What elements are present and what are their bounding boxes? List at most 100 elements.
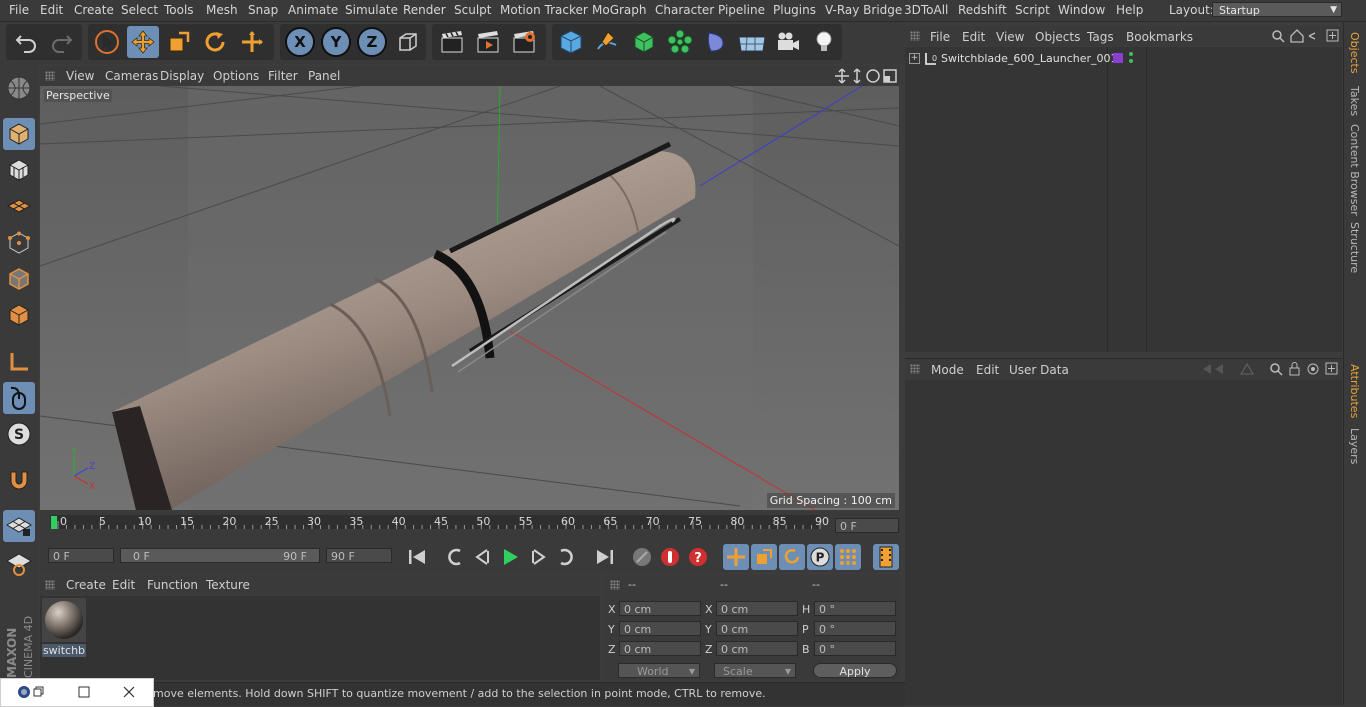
redo-button[interactable] xyxy=(46,26,78,58)
transform-tool-button[interactable] xyxy=(236,26,268,58)
menu-character[interactable]: Character xyxy=(655,3,714,17)
apply-button[interactable]: Apply xyxy=(813,663,897,678)
coordinate-mode-select[interactable]: World ▼ xyxy=(618,663,700,678)
close-icon[interactable] xyxy=(123,686,135,698)
tab-attributes[interactable]: Attributes xyxy=(1348,364,1361,418)
menu-select[interactable]: Select xyxy=(121,3,158,17)
tab-takes[interactable]: Takes xyxy=(1348,86,1361,116)
viewport-menu-display[interactable]: Display xyxy=(160,69,204,83)
tab-content-browser[interactable]: Content Browser xyxy=(1348,124,1361,216)
end-frame-field[interactable]: 90 F xyxy=(326,548,392,563)
object-menu-edit[interactable]: Edit xyxy=(962,30,985,44)
object-name[interactable]: Switchblade_600_Launcher_001 xyxy=(941,52,1118,65)
object-menu-bookmarks[interactable]: Bookmarks xyxy=(1126,30,1193,44)
next-keyframe-button[interactable] xyxy=(553,544,579,570)
points-mode-button[interactable] xyxy=(3,227,35,259)
expand-icon[interactable]: + xyxy=(909,53,920,64)
viewport-menu-options[interactable]: Options xyxy=(213,69,259,83)
menu-render[interactable]: Render xyxy=(403,3,446,17)
material-menu-function[interactable]: Function xyxy=(147,578,198,592)
model-mode-button[interactable] xyxy=(3,118,35,150)
menu-pipeline[interactable]: Pipeline xyxy=(718,3,765,17)
add-light-button[interactable] xyxy=(808,26,840,58)
record-button[interactable] xyxy=(657,544,683,570)
timeline[interactable]: 0 5 10 15 20 25 30 35 40 45 50 55 60 65 70 75 80 85 90 0 F xyxy=(40,511,900,541)
add-subdivision-button[interactable] xyxy=(628,26,660,58)
edges-mode-button[interactable] xyxy=(3,263,35,295)
size-y-field[interactable]: 0 cm xyxy=(716,621,798,636)
move-tool-button[interactable] xyxy=(127,26,159,58)
go-to-start-button[interactable] xyxy=(404,544,430,570)
render-visibility-dot[interactable] xyxy=(1129,59,1133,63)
object-manager-nav-icons[interactable] xyxy=(1271,29,1339,43)
undo-button[interactable] xyxy=(10,26,42,58)
make-editable-button[interactable] xyxy=(3,72,35,104)
previous-keyframe-button[interactable] xyxy=(442,544,468,570)
restore-icon[interactable] xyxy=(33,686,45,698)
render-settings-button[interactable] xyxy=(508,26,540,58)
tab-objects[interactable]: Objects xyxy=(1348,32,1361,74)
add-camera-button[interactable] xyxy=(772,26,804,58)
viewport-menu-cameras[interactable]: Cameras xyxy=(105,69,158,83)
menu-plugins[interactable]: Plugins xyxy=(773,3,816,17)
menu-sculpt[interactable]: Sculpt xyxy=(454,3,491,17)
material-menu-create[interactable]: Create xyxy=(66,578,106,592)
menu-vray-bridge[interactable]: V-Ray Bridge xyxy=(825,3,902,17)
viewport-nav-icons[interactable] xyxy=(835,68,897,84)
size-x-field[interactable]: 0 cm xyxy=(716,601,798,616)
attribute-menu-user-data[interactable]: User Data xyxy=(1009,363,1069,377)
layout-select[interactable]: Startup ▼ xyxy=(1212,2,1342,17)
object-menu-objects[interactable]: Objects xyxy=(1035,30,1080,44)
maximize-icon[interactable] xyxy=(78,686,90,698)
render-view-button[interactable] xyxy=(436,26,468,58)
object-menu-file[interactable]: File xyxy=(930,30,950,44)
menu-tools[interactable]: Tools xyxy=(164,3,194,17)
editor-visibility-dot[interactable] xyxy=(1129,52,1133,56)
menu-animate[interactable]: Animate xyxy=(288,3,338,17)
x-axis-lock-button[interactable]: X xyxy=(284,26,316,58)
z-axis-lock-button[interactable]: Z xyxy=(356,26,388,58)
play-button[interactable] xyxy=(497,544,523,570)
size-z-field[interactable]: 0 cm xyxy=(716,641,798,656)
start-frame-field[interactable]: 0 F xyxy=(48,548,114,563)
tweak-mode-button[interactable] xyxy=(3,382,35,414)
render-to-picture-viewer-button[interactable] xyxy=(472,26,504,58)
menu-3dtoall[interactable]: 3DToAll xyxy=(904,3,948,17)
viewport-menu-filter[interactable]: Filter xyxy=(268,69,298,83)
timeline-ruler[interactable]: 0 5 10 15 20 25 30 35 40 45 50 55 60 65 70 75 80 85 90 xyxy=(40,511,830,541)
material-menu-texture[interactable]: Texture xyxy=(206,578,250,592)
key-scale-button[interactable] xyxy=(751,544,777,570)
snap-button[interactable] xyxy=(3,465,35,497)
go-to-end-button[interactable] xyxy=(592,544,618,570)
object-menu-tags[interactable]: Tags xyxy=(1087,30,1114,44)
menu-redshift[interactable]: Redshift xyxy=(958,3,1007,17)
y-axis-lock-button[interactable]: Y xyxy=(320,26,352,58)
material-menu-edit[interactable]: Edit xyxy=(112,578,135,592)
key-parameter-button[interactable]: P xyxy=(807,544,833,570)
planar-workplane-button[interactable] xyxy=(3,548,35,580)
size-mode-select[interactable]: Scale ▼ xyxy=(714,663,796,678)
menu-script[interactable]: Script xyxy=(1015,3,1050,17)
axis-mode-button[interactable] xyxy=(3,346,35,378)
material-swatch[interactable]: switchb xyxy=(42,598,86,657)
attribute-menu-mode[interactable]: Mode xyxy=(931,363,964,377)
attribute-menu-edit[interactable]: Edit xyxy=(976,363,999,377)
rot-b-field[interactable]: 0 ° xyxy=(814,641,896,656)
pos-z-field[interactable]: 0 cm xyxy=(619,641,701,656)
previous-frame-button[interactable] xyxy=(470,544,496,570)
live-selection-button[interactable] xyxy=(91,26,123,58)
menu-motion-tracker[interactable]: Motion Tracker xyxy=(500,3,588,17)
add-deformer-button[interactable] xyxy=(700,26,732,58)
rot-p-field[interactable]: 0 ° xyxy=(814,621,896,636)
menu-mesh[interactable]: Mesh xyxy=(206,3,238,17)
pos-x-field[interactable]: 0 cm xyxy=(619,601,701,616)
frame-range-slider[interactable]: 0 F 90 F xyxy=(120,548,320,563)
object-menu-view[interactable]: View xyxy=(996,30,1024,44)
menu-help[interactable]: Help xyxy=(1116,3,1143,17)
viewport-menu-view[interactable]: View xyxy=(66,69,94,83)
menu-snap[interactable]: Snap xyxy=(248,3,278,17)
tab-layers[interactable]: Layers xyxy=(1348,428,1361,464)
key-pla-button[interactable] xyxy=(835,544,861,570)
menu-create[interactable]: Create xyxy=(74,3,114,17)
motion-record-button[interactable] xyxy=(629,544,655,570)
